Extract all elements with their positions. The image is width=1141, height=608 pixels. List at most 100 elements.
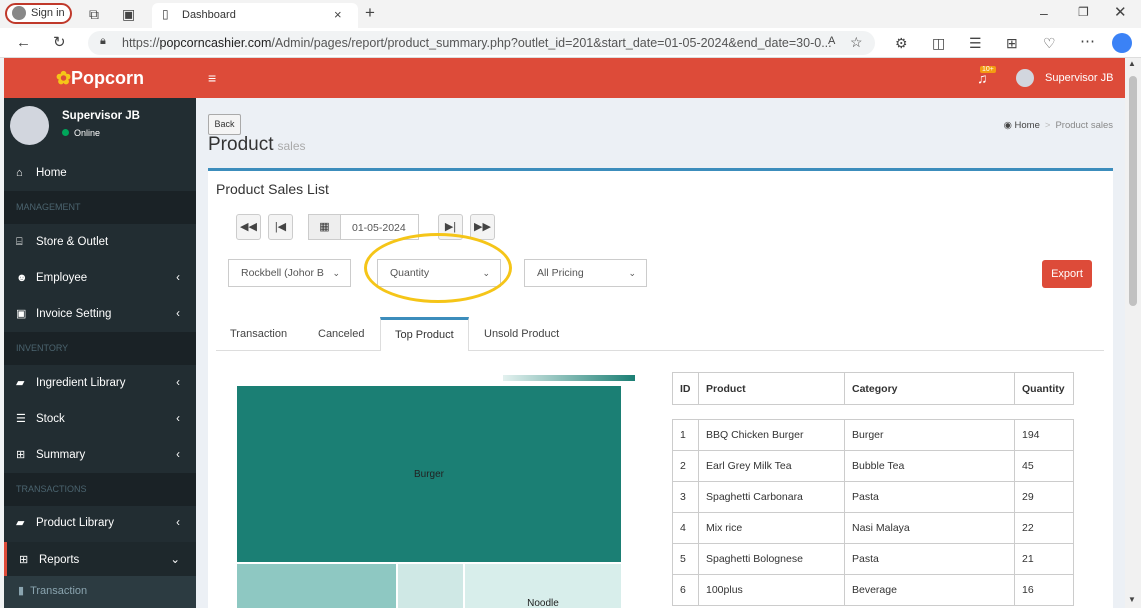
pricing-select[interactable]: All Pricing ⌄ xyxy=(524,259,647,287)
table-row[interactable]: 4 Mix rice Nasi Malaya 22 xyxy=(672,512,1074,544)
sidebar-item-store-outlet[interactable]: ⌸ Store & Outlet xyxy=(4,224,196,260)
treemap-cell-burger[interactable]: Burger xyxy=(236,385,622,563)
browser-tab-dashboard[interactable]: ▯ Dashboard × xyxy=(152,3,358,28)
outlet-select[interactable]: Rockbell (Johor B ⌄ xyxy=(228,259,351,287)
table-row[interactable]: 6 100plus Beverage 16 xyxy=(672,574,1074,606)
sidebar-item-home[interactable]: ⌂ Home xyxy=(4,155,196,191)
chevron-left-icon: ‹ xyxy=(176,308,180,320)
first-page-button[interactable]: ◀◀ xyxy=(236,214,261,240)
column-header[interactable]: Category xyxy=(844,372,1015,405)
menu-header-management: MANAGEMENT xyxy=(4,191,196,224)
back-icon[interactable]: ← xyxy=(16,35,31,50)
sidebar-user-name: Supervisor JB xyxy=(62,110,140,122)
chevron-left-icon: ‹ xyxy=(176,413,180,425)
column-header[interactable]: Quantity xyxy=(1014,372,1074,405)
refresh-icon[interactable]: ↻ xyxy=(53,35,66,50)
copilot-icon[interactable] xyxy=(1112,33,1132,53)
chevron-down-icon: ⌄ xyxy=(332,268,340,278)
user-panel: Supervisor JB Online xyxy=(4,98,196,148)
read-aloud-icon[interactable]: A xyxy=(828,36,835,47)
restore-icon[interactable]: ❐ xyxy=(1078,6,1089,18)
online-dot-icon xyxy=(62,129,69,136)
split-screen-icon[interactable]: ◫ xyxy=(932,36,945,50)
sidebar-item-ingredient-library[interactable]: ▰ Ingredient Library ‹ xyxy=(4,365,196,401)
chevron-down-icon: ⌄ xyxy=(628,268,636,278)
prev-page-button[interactable]: |◀ xyxy=(268,214,293,240)
app-logo[interactable]: ✿Popcorn xyxy=(4,58,196,98)
sidebar-item-product-library[interactable]: ▰ Product Library ‹ xyxy=(4,505,196,541)
column-header[interactable]: ID xyxy=(672,372,699,405)
scrollbar-thumb[interactable] xyxy=(1129,76,1137,306)
tab-unsold-product[interactable]: Unsold Product xyxy=(470,317,573,351)
address-bar[interactable]: 🔒︎ https://popcorncashier.com/Admin/page… xyxy=(88,31,875,55)
sign-in-label: Sign in xyxy=(31,7,65,19)
date-value: 01-05-2024 xyxy=(352,222,406,234)
page-title: Product sales xyxy=(208,134,306,155)
treemap-cell-noodle[interactable]: Noodle xyxy=(464,563,622,608)
collections-icon[interactable]: ⊞ xyxy=(1006,36,1018,50)
breadcrumb-home[interactable]: Home xyxy=(1015,120,1040,131)
tab-canceled[interactable]: Canceled xyxy=(304,317,378,351)
profile-icon xyxy=(12,6,26,20)
url-text: https://popcorncashier.com/Admin/pages/r… xyxy=(122,36,832,50)
minimize-icon[interactable]: – xyxy=(1040,6,1048,20)
export-button[interactable]: Export xyxy=(1042,260,1092,288)
database-icon: ☰ xyxy=(16,413,26,425)
home-icon: ⌂ xyxy=(16,167,23,179)
page-scrollbar[interactable]: ▲ ▼ xyxy=(1125,58,1141,608)
favorite-icon[interactable]: ☆ xyxy=(850,35,863,49)
menu-toggle-icon[interactable]: ≡ xyxy=(208,71,216,85)
treemap-cell[interactable] xyxy=(236,563,397,608)
sidebar: ✿Popcorn Supervisor JB Online ⌂ Home MANA… xyxy=(4,58,196,608)
notification-badge: 10+ xyxy=(980,66,996,73)
bank-icon: ⌸ xyxy=(16,236,23,248)
table-row[interactable]: 2 Earl Grey Milk Tea Bubble Tea 45 xyxy=(672,450,1074,482)
favorites-icon[interactable]: ☰ xyxy=(969,36,982,50)
chevron-left-icon: ‹ xyxy=(176,517,180,529)
extensions-icon[interactable]: ⚙ xyxy=(895,36,908,50)
close-tab-icon[interactable]: × xyxy=(334,8,342,21)
workspaces-icon[interactable]: ⧉ xyxy=(89,7,99,21)
header-user-name[interactable]: Supervisor JB xyxy=(1045,72,1113,84)
table-row[interactable]: 1 BBQ Chicken Burger Burger 194 xyxy=(672,419,1074,451)
main-header: ≡ ♫ 10+ Supervisor JB xyxy=(196,58,1125,98)
column-header[interactable]: Product xyxy=(698,372,845,405)
sidebar-item-reports[interactable]: ⊞ Reports ⌄ xyxy=(4,542,196,578)
treemap-cell[interactable] xyxy=(397,563,464,608)
new-tab-icon[interactable]: + xyxy=(365,4,375,21)
bell-icon[interactable]: ♫ xyxy=(977,71,988,85)
content-area: Back Product sales ◉ Home > Product sales P… xyxy=(196,98,1125,608)
table-row[interactable]: 3 Spaghetti Carbonara Pasta 29 xyxy=(672,481,1074,513)
user-status: Online xyxy=(62,128,100,138)
sidebar-item-summary[interactable]: ⊞ Summary ‹ xyxy=(4,437,196,473)
scroll-up-icon[interactable]: ▲ xyxy=(1128,60,1136,68)
bar-chart-icon: ▮ xyxy=(18,585,25,597)
users-icon: ☻ xyxy=(16,272,28,284)
tab-actions-icon[interactable]: ▣ xyxy=(122,7,135,21)
tab-transaction[interactable]: Transaction xyxy=(216,317,301,351)
book-icon: ▰ xyxy=(16,517,25,529)
chevron-left-icon: ‹ xyxy=(176,449,180,461)
product-sales-box: Product Sales List ◀◀ |◀ ▦ 01-05-2024 ▶|… xyxy=(208,168,1113,608)
highlight-annotation xyxy=(364,233,512,303)
browser-essentials-icon[interactable]: ♡ xyxy=(1043,36,1056,50)
table-row[interactable]: 5 Spaghetti Bolognese Pasta 21 xyxy=(672,543,1074,575)
header-avatar[interactable] xyxy=(1016,69,1034,87)
sidebar-item-invoice-setting[interactable]: ▣ Invoice Setting ‹ xyxy=(4,296,196,332)
sidebar-item-stock[interactable]: ☰ Stock ‹ xyxy=(4,401,196,437)
last-page-button[interactable]: ▶▶ xyxy=(470,214,495,240)
sidebar-subitem-transaction[interactable]: ▮ Transaction xyxy=(4,576,196,608)
tab-title: Dashboard xyxy=(182,9,236,21)
scroll-down-icon[interactable]: ▼ xyxy=(1128,596,1136,604)
back-button[interactable]: Back xyxy=(208,114,241,135)
tab-top-product[interactable]: Top Product xyxy=(380,317,469,351)
sign-in-button[interactable]: Sign in xyxy=(5,3,72,24)
more-icon[interactable]: ⋯ xyxy=(1080,34,1095,49)
popcorn-icon: ✿ xyxy=(55,68,72,88)
breadcrumb-current: Product sales xyxy=(1055,120,1113,131)
table-icon: ⊞ xyxy=(16,449,26,461)
sidebar-item-employee[interactable]: ☻ Employee ‹ xyxy=(4,260,196,296)
page-icon: ▯ xyxy=(162,7,169,21)
close-window-icon[interactable]: ✕ xyxy=(1114,5,1127,20)
breadcrumb: ◉ Home > Product sales xyxy=(1003,120,1113,131)
